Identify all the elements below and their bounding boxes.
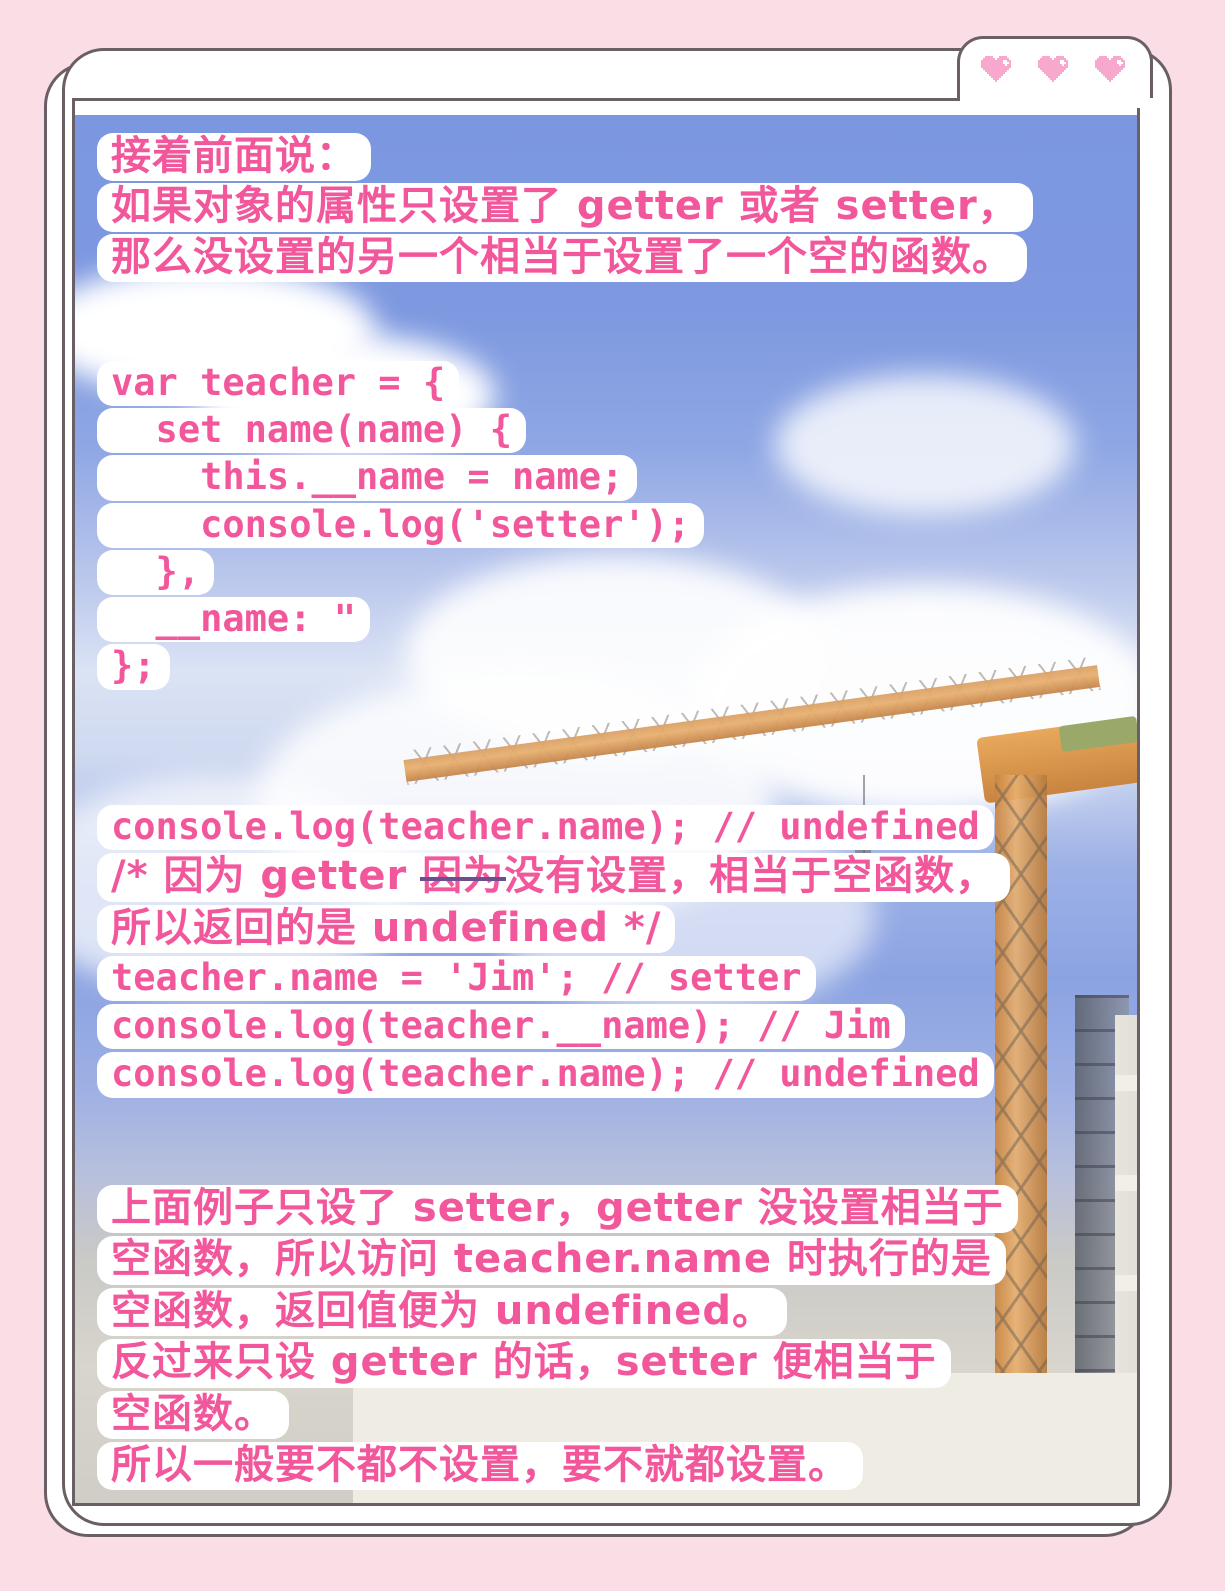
summary-line: 上面例子只设了 setter，getter 没设置相当于: [97, 1185, 1018, 1234]
summary-text-block: 上面例子只设了 setter，getter 没设置相当于 空函数，所以访问 te…: [97, 1185, 1018, 1493]
note-card-stack: 接着前面说： 如果对象的属性只设置了 getter 或者 setter， 那么没…: [0, 0, 1225, 1591]
photo-frame: 接着前面说： 如果对象的属性只设置了 getter 或者 setter， 那么没…: [72, 98, 1140, 1506]
intro-line: 接着前面说：: [97, 133, 371, 182]
comment-suffix: 没有设置，相当于空函数，: [504, 853, 997, 900]
intro-line: 如果对象的属性只设置了 getter 或者 setter，: [97, 183, 1033, 232]
heart-tab-base-cover: [960, 92, 1150, 108]
code-line: this.__name = name;: [97, 455, 638, 501]
code-block: var teacher = { set name(name) { this.__…: [97, 361, 705, 692]
summary-line: 反过来只设 getter 的话，setter 便相当于: [97, 1339, 951, 1388]
intro-line: 那么没设置的另一个相当于设置了一个空的函数。: [97, 233, 1027, 283]
comment-struck-text: 因为: [422, 853, 505, 900]
heart-icon-2: [1037, 54, 1072, 84]
summary-line: 空函数，所以访问 teacher.name 时执行的是: [97, 1236, 1006, 1285]
heart-icon-3: [1094, 54, 1129, 84]
code-line: };: [97, 644, 170, 690]
code-line: },: [97, 549, 215, 596]
console-output-block: console.log(teacher.name); // undefined …: [97, 805, 1011, 1101]
intro-text-block: 接着前面说： 如果对象的属性只设置了 getter 或者 setter， 那么没…: [97, 133, 1033, 284]
summary-line: 空函数，返回值便为 undefined。: [97, 1287, 787, 1337]
code-line: __name: ": [97, 597, 371, 643]
heart-tab: [957, 36, 1153, 98]
code-line: console.log('setter');: [97, 502, 705, 548]
console-line: console.log(teacher.__name); // Jim: [97, 1004, 905, 1050]
console-line: 所以返回的是 undefined */: [97, 904, 676, 953]
summary-line: 所以一般要不都不设置，要不就都设置。: [97, 1441, 863, 1491]
code-line: var teacher = {: [97, 361, 460, 407]
background-photo: 接着前面说： 如果对象的属性只设置了 getter 或者 setter， 那么没…: [75, 115, 1137, 1503]
code-line: set name(name) {: [97, 408, 526, 454]
console-line: teacher.name = 'Jim'; // setter: [97, 956, 816, 1002]
console-comment-line: /* 因为 getter 因为没有设置，相当于空函数，: [97, 853, 1011, 902]
console-line: console.log(teacher.name); // undefined: [97, 1052, 994, 1098]
comment-prefix: /* 因为 getter: [111, 853, 423, 900]
text-overlay-layer: 接着前面说： 如果对象的属性只设置了 getter 或者 setter， 那么没…: [75, 115, 1137, 1503]
summary-line: 空函数。: [97, 1390, 289, 1439]
heart-icon-1: [981, 54, 1015, 84]
console-line: console.log(teacher.name); // undefined: [97, 805, 994, 851]
